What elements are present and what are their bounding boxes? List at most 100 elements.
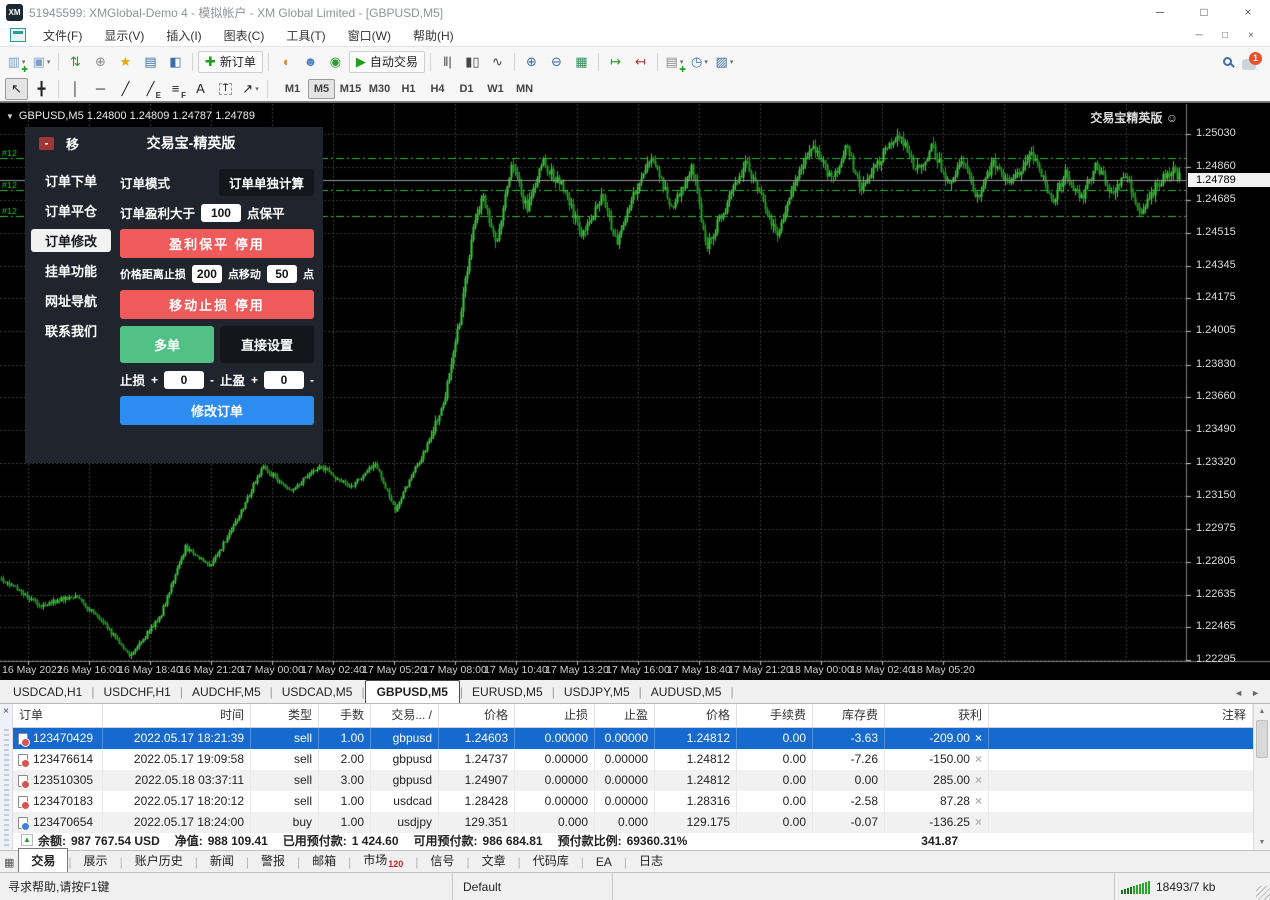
resize-grip[interactable]	[1256, 886, 1270, 900]
chart-tab-USDJPY,M5[interactable]: USDJPY,M5	[555, 681, 639, 703]
favorites-icon[interactable]: ★	[114, 51, 137, 73]
scroll-down-icon[interactable]: ▼	[1254, 839, 1270, 846]
chart-window-icon[interactable]	[10, 28, 26, 42]
menu-item[interactable]: 文件(F)	[32, 24, 93, 47]
close-order-icon[interactable]: ×	[975, 770, 982, 791]
timeframe-W1[interactable]: W1	[482, 79, 509, 99]
panel-move-handle[interactable]: 移	[66, 134, 79, 153]
chart-tab-AUDUSD,M5[interactable]: AUDUSD,M5	[642, 681, 731, 703]
panel-nav-挂单功能[interactable]: 挂单功能	[31, 259, 111, 282]
navigator-icon[interactable]: ⊕	[89, 51, 112, 73]
bars-chart-icon[interactable]: ‖|	[436, 51, 459, 73]
close-button[interactable]: ×	[1226, 0, 1270, 24]
chart-tab-GBPUSD,M5[interactable]: GBPUSD,M5	[364, 680, 460, 703]
timeframe-MN[interactable]: MN	[511, 79, 538, 99]
terminal-tab-交易[interactable]: 交易	[18, 848, 69, 872]
column-header[interactable]: 订单	[13, 704, 103, 727]
breakeven-toggle-button[interactable]: 盈利保平 停用	[119, 229, 314, 258]
indicators-icon[interactable]: ▤ ✚ ▾	[663, 51, 686, 74]
terminal-grip[interactable]	[3, 727, 9, 846]
chart-tab-AUDCHF,M5[interactable]: AUDCHF,M5	[183, 681, 270, 703]
chart-shift-icon[interactable]: ↤	[629, 51, 652, 73]
tp-plus-button[interactable]: +	[251, 373, 258, 387]
terminal-tab-代码库[interactable]: 代码库	[521, 849, 581, 872]
trail-step-input[interactable]: 50	[266, 265, 297, 283]
close-order-icon[interactable]: ×	[975, 812, 982, 833]
menu-item[interactable]: 帮助(H)	[402, 24, 465, 47]
notifications-icon[interactable]: 1	[1242, 51, 1262, 70]
sl-minus-button[interactable]: -	[210, 373, 214, 387]
close-order-icon[interactable]: ×	[975, 791, 982, 812]
periods-icon[interactable]: ◷ ▾	[688, 51, 711, 73]
panel-nav-订单下单[interactable]: 订单下单	[31, 169, 111, 192]
column-header[interactable]: 时间	[103, 704, 251, 727]
arrows-tool[interactable]: ↗ ▾	[239, 78, 262, 100]
chart-tab-USDCHF,H1[interactable]: USDCHF,H1	[94, 681, 179, 703]
column-header[interactable]: 获利	[885, 704, 989, 727]
menu-item[interactable]: 图表(C)	[213, 24, 276, 47]
order-row[interactable]: 123470429 2022.05.17 18:21:39 sell 1.00 gbpu…	[13, 728, 1253, 749]
terminal-tab-文章[interactable]: 文章	[470, 849, 518, 872]
order-row[interactable]: 123510305 2022.05.18 03:37:11 sell 3.00 gbpu…	[13, 770, 1253, 791]
column-header[interactable]: 手数	[319, 704, 371, 727]
label-tool[interactable]: T	[214, 78, 237, 100]
tile-windows-icon[interactable]: ▦	[570, 51, 593, 73]
trailing-stop-toggle-button[interactable]: 移动止损 停用	[119, 290, 314, 319]
channel-tool[interactable]: ╱ E	[139, 78, 162, 100]
tabs-scroll-right-icon[interactable]: ►	[1251, 688, 1260, 698]
scrollbar-thumb[interactable]	[1256, 720, 1268, 758]
profit-threshold-input[interactable]: 100	[200, 203, 241, 222]
order-row[interactable]: 123470183 2022.05.17 18:20:12 sell 1.00 usdc…	[13, 791, 1253, 812]
terminal-tab-警报[interactable]: 警报	[249, 849, 297, 872]
status-profile[interactable]: Default	[452, 873, 612, 900]
terminal-tab-邮箱[interactable]: 邮箱	[300, 849, 348, 872]
column-header[interactable]: 注释	[989, 704, 1253, 727]
scroll-up-icon[interactable]: ▲	[1254, 708, 1270, 715]
timeframe-M5[interactable]: M5	[308, 78, 335, 99]
column-header[interactable]: 库存费	[813, 704, 885, 727]
order-row[interactable]: 123470654 2022.05.17 18:24:00 buy 1.00 usdjp…	[13, 812, 1253, 833]
timeframe-H4[interactable]: H4	[424, 79, 451, 99]
chart-tab-USDCAD,M5[interactable]: USDCAD,M5	[273, 681, 362, 703]
horizontal-line-tool[interactable]: ─	[89, 78, 112, 100]
timeframe-M30[interactable]: M30	[366, 79, 393, 99]
user-icon[interactable]: ☻	[299, 51, 322, 73]
order-row[interactable]: 123476614 2022.05.17 19:09:58 sell 2.00 gbpu…	[13, 749, 1253, 770]
trail-distance-input[interactable]: 200	[191, 265, 222, 283]
tp-input[interactable]: 0	[264, 370, 304, 389]
community-icon[interactable]: ◉	[324, 51, 347, 73]
zoom-out-icon[interactable]: ⊖	[545, 51, 568, 73]
terminal-tab-新闻[interactable]: 新闻	[198, 849, 246, 872]
terminal-close-icon[interactable]: ×	[3, 707, 9, 717]
terminal-scrollbar[interactable]: ▲ ▼	[1253, 704, 1270, 850]
chart-profiles-icon[interactable]: ▣ ▾	[30, 51, 53, 73]
column-header[interactable]: 价格	[655, 704, 737, 727]
terminal-tab-EA[interactable]: EA	[584, 852, 624, 872]
column-header[interactable]: 止损	[515, 704, 595, 727]
text-tool[interactable]: A	[189, 78, 212, 100]
timeframe-D1[interactable]: D1	[453, 79, 480, 99]
minimize-button[interactable]: ─	[1138, 0, 1182, 24]
tabs-scroll-left-icon[interactable]: ◄	[1234, 688, 1243, 698]
sl-input[interactable]: 0	[163, 370, 204, 389]
column-header[interactable]: 类型	[251, 704, 319, 727]
column-header[interactable]: 价格	[439, 704, 515, 727]
line-chart-icon[interactable]: ∿	[486, 51, 509, 73]
new-chart-icon[interactable]: ▥ ✚ ▾	[5, 51, 28, 74]
terminal-tab-市场[interactable]: 市场120	[351, 848, 415, 872]
tp-minus-button[interactable]: -	[310, 373, 314, 387]
symbols-panel-icon[interactable]: ▤	[139, 51, 162, 73]
zoom-in-icon[interactable]: ⊕	[520, 51, 543, 73]
panel-nav-网址导航[interactable]: 网址导航	[31, 289, 111, 312]
megaphone-icon[interactable]: ◖	[274, 51, 297, 73]
child-minimize-button[interactable]: ─	[1186, 26, 1212, 44]
crosshair-tool[interactable]: ╋	[30, 78, 53, 100]
chart-tab-USDCAD,H1[interactable]: USDCAD,H1	[4, 681, 91, 703]
direct-set-button[interactable]: 直接设置	[219, 326, 314, 363]
terminal-tab-展示[interactable]: 展示	[72, 849, 120, 872]
templates-icon[interactable]: ▨ ▾	[713, 51, 736, 73]
panel-minimize-button[interactable]: -	[39, 136, 54, 150]
cursor-tool[interactable]: ↖	[5, 77, 28, 100]
close-order-icon[interactable]: ×	[975, 728, 982, 749]
one-click-trading-arrow[interactable]: ▼	[6, 112, 14, 121]
